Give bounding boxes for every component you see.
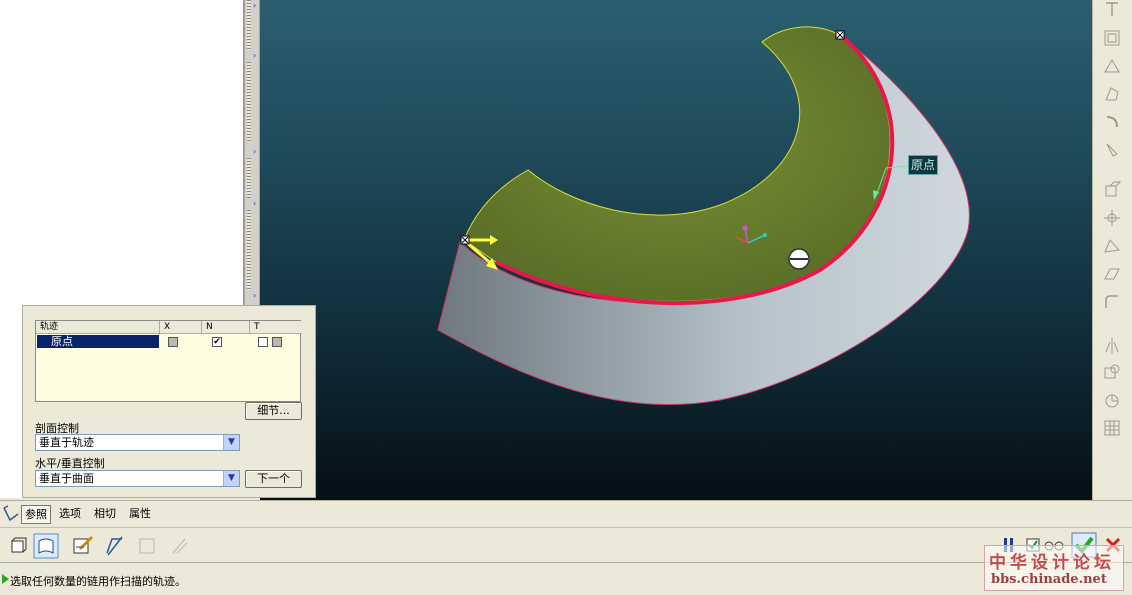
extrude-icon[interactable]	[1102, 84, 1122, 104]
chevron-down-icon[interactable]: ▼	[223, 435, 239, 450]
round-icon[interactable]	[1102, 292, 1122, 312]
splitter-grip	[247, 62, 251, 142]
sweep-icon[interactable]	[1102, 140, 1122, 160]
table-row[interactable]: 原点	[37, 335, 159, 348]
section-control-select[interactable]: 垂直于轨迹 ▼	[35, 434, 240, 451]
next-button[interactable]: 下一个	[245, 470, 302, 488]
collapse-arrow-icon[interactable]: ›	[253, 148, 260, 156]
collapse-arrow-icon[interactable]: ›	[253, 292, 260, 300]
n-checkbox[interactable]: ✔	[212, 337, 222, 347]
splitter-grip	[247, 210, 251, 290]
details-button[interactable]: 细节...	[245, 402, 302, 420]
trim-icon[interactable]	[1102, 390, 1122, 410]
x-checkbox[interactable]	[168, 337, 178, 347]
tab-references[interactable]: 参照	[21, 505, 51, 524]
merge-ends-icon	[172, 538, 188, 554]
collapse-arrow-icon[interactable]: ›	[253, 52, 260, 60]
hv-control-label: 水平/垂直控制	[35, 457, 105, 470]
top-face-surface	[463, 26, 891, 302]
hv-control-value: 垂直于曲面	[39, 472, 94, 485]
column-header-trajectory[interactable]: 轨迹	[36, 321, 160, 334]
tab-properties[interactable]: 属性	[126, 505, 154, 524]
references-panel: 轨迹 X N T 原点 ✔ 细节... 剖面控制 垂直于轨迹 ▼ 水平/垂直控制…	[22, 305, 316, 498]
trajectory-table[interactable]: 轨迹 X N T 原点 ✔	[35, 320, 302, 402]
origin-label[interactable]: 原点	[908, 155, 938, 175]
surface-icon[interactable]	[33, 533, 59, 559]
solid-icon[interactable]	[4, 533, 30, 559]
graphics-viewport[interactable]: 原点	[260, 0, 1092, 500]
splitter-grip	[247, 158, 251, 198]
model-canvas	[437, 26, 970, 406]
status-message: 选取任何数量的链用作扫描的轨迹。	[10, 575, 186, 588]
column-header-x[interactable]: X	[160, 321, 202, 334]
collapse-arrow-icon[interactable]: ‹	[253, 200, 260, 208]
hv-control-select[interactable]: 垂直于曲面 ▼	[35, 470, 240, 487]
t-checkbox[interactable]	[258, 337, 268, 347]
collapse-arrow-icon[interactable]: ›	[253, 2, 260, 10]
rib-icon[interactable]	[1102, 236, 1122, 256]
remove-material-icon[interactable]	[102, 533, 128, 559]
dashboard-toolbar	[0, 527, 1132, 562]
column-header-t[interactable]: T	[250, 321, 302, 334]
draft-icon[interactable]	[1102, 264, 1122, 284]
right-toolbar	[1092, 0, 1132, 500]
sweep-feature-icon	[3, 505, 19, 522]
tab-tangency[interactable]: 相切	[91, 505, 119, 524]
revolve-icon[interactable]	[1102, 112, 1122, 132]
sketch-icon[interactable]	[1102, 56, 1122, 76]
t-checkbox-alt[interactable]	[272, 337, 282, 347]
prompt-arrow-icon	[2, 574, 9, 584]
watermark-url: bbs.chinade.net	[991, 572, 1107, 587]
splitter-grip	[247, 0, 251, 50]
tab-options[interactable]: 选项	[56, 505, 84, 524]
thicken-icon	[139, 538, 155, 554]
watermark-title: 中华设计论坛	[989, 553, 1115, 573]
hole-icon[interactable]	[1102, 180, 1122, 200]
sketch-edit-icon[interactable]	[70, 533, 96, 559]
forum-watermark: 中华设计论坛 bbs.chinade.net	[984, 545, 1124, 591]
pattern-icon[interactable]	[1102, 418, 1122, 438]
section-control-value: 垂直于轨迹	[39, 436, 94, 449]
dashboard-tabs: 参照 选项 相切 属性	[0, 500, 1132, 526]
datum-plane-icon[interactable]	[1102, 0, 1122, 20]
column-header-n[interactable]: N	[202, 321, 250, 334]
merge-icon[interactable]	[1102, 362, 1122, 382]
shell-icon[interactable]	[1102, 208, 1122, 228]
chevron-down-icon[interactable]: ▼	[223, 471, 239, 486]
datum-axis-icon[interactable]	[1102, 28, 1122, 48]
mirror-icon[interactable]	[1102, 336, 1122, 356]
status-bar: 选取任何数量的链用作扫描的轨迹。	[0, 562, 1132, 595]
